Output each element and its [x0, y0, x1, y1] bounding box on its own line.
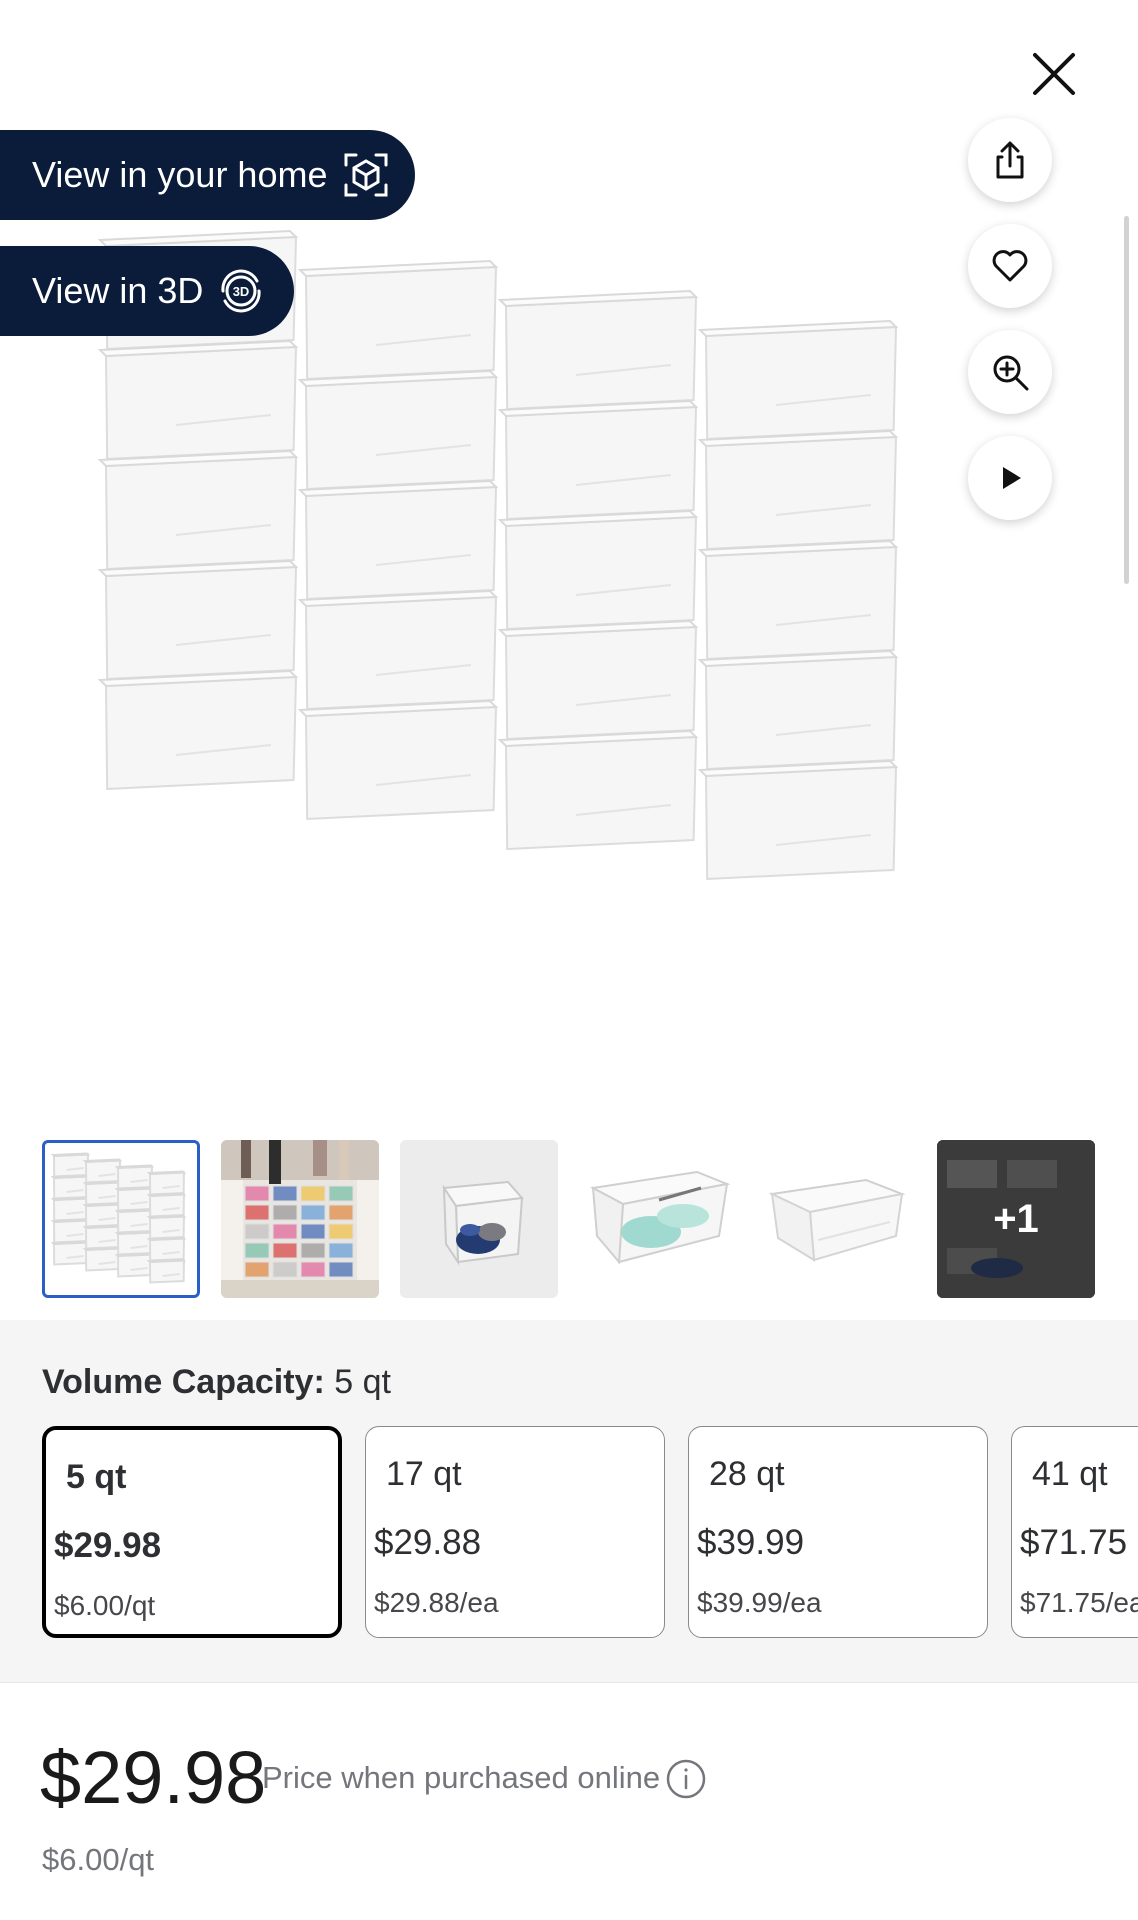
thumbnail-empty-clear-box[interactable]: [758, 1140, 916, 1298]
view-in-home-label: View in your home: [32, 154, 328, 195]
play-icon: [1003, 467, 1021, 489]
variant-option-unit-price: $39.99/ea: [697, 1587, 822, 1618]
zoom-in-icon: [993, 355, 1029, 391]
close-button[interactable]: [1024, 44, 1084, 104]
zoom-button[interactable]: [968, 330, 1052, 414]
ar-cube-icon: [342, 151, 390, 199]
variant-option-17qt[interactable]: 17 qt $29.88 $29.88/ea: [365, 1426, 665, 1638]
thumbnail-closet-with-shoe-boxes[interactable]: [221, 1140, 379, 1298]
current-price: $29.98: [40, 1736, 267, 1819]
variant-selector: Volume Capacity: 5 qt 5 qt $29.98 $6.00/…: [0, 1320, 1138, 1683]
share-icon: [996, 141, 1024, 179]
variant-heading: Volume Capacity: 5 qt: [42, 1363, 391, 1402]
variant-option-name: 5 qt: [66, 1458, 127, 1496]
variant-option-price: $71.75: [1020, 1523, 1128, 1562]
variant-option-price: $29.88: [374, 1523, 482, 1562]
variant-option-price: $29.98: [54, 1526, 162, 1565]
gallery-scrollbar[interactable]: [1124, 216, 1129, 584]
variant-option-name: 17 qt: [386, 1455, 462, 1493]
variant-option-name: 28 qt: [709, 1455, 785, 1493]
more-images-count: +1: [993, 1196, 1039, 1241]
variant-option-28qt[interactable]: 28 qt $39.99 $39.99/ea: [688, 1426, 988, 1638]
unit-price: $6.00/qt: [42, 1842, 155, 1877]
price-note: Price when purchased online: [262, 1760, 661, 1795]
variant-option-5qt[interactable]: 5 qt $29.98 $6.00/qt: [42, 1426, 342, 1638]
variant-option-unit-price: $6.00/qt: [54, 1590, 156, 1621]
3d-rotate-icon: 3D: [217, 267, 265, 315]
thumbnail-stacked-clear-boxes[interactable]: [42, 1140, 200, 1298]
variant-label: Volume Capacity:: [42, 1363, 325, 1401]
variant-selected-value: 5 qt: [334, 1363, 391, 1401]
view-in-3d-button[interactable]: View in 3D 3D: [0, 246, 294, 336]
thumbnail-box-with-sneakers[interactable]: [579, 1140, 737, 1298]
view-in-3d-label: View in 3D: [32, 270, 204, 311]
share-button[interactable]: [968, 118, 1052, 202]
view-in-home-button[interactable]: View in your home: [0, 130, 415, 220]
favorite-button[interactable]: [968, 224, 1052, 308]
close-icon: [1033, 53, 1075, 95]
info-icon[interactable]: [664, 1757, 708, 1801]
variant-option-name: 41 qt: [1032, 1455, 1108, 1493]
svg-text:3D: 3D: [233, 284, 250, 299]
play-video-button[interactable]: [968, 436, 1052, 520]
variant-option-41qt[interactable]: 41 qt $71.75 $71.75/ea: [1011, 1426, 1138, 1638]
variant-option-unit-price: $29.88/ea: [374, 1587, 499, 1618]
thumbnail-more[interactable]: +1: [937, 1140, 1095, 1298]
product-gallery-sheet: View in your home View in 3D 3D +1 Volum…: [0, 0, 1138, 1920]
variant-option-price: $39.99: [697, 1523, 805, 1562]
thumbnail-box-with-shoes[interactable]: [400, 1140, 558, 1298]
variant-option-unit-price: $71.75/ea: [1020, 1587, 1138, 1618]
heart-icon: [992, 250, 1028, 282]
